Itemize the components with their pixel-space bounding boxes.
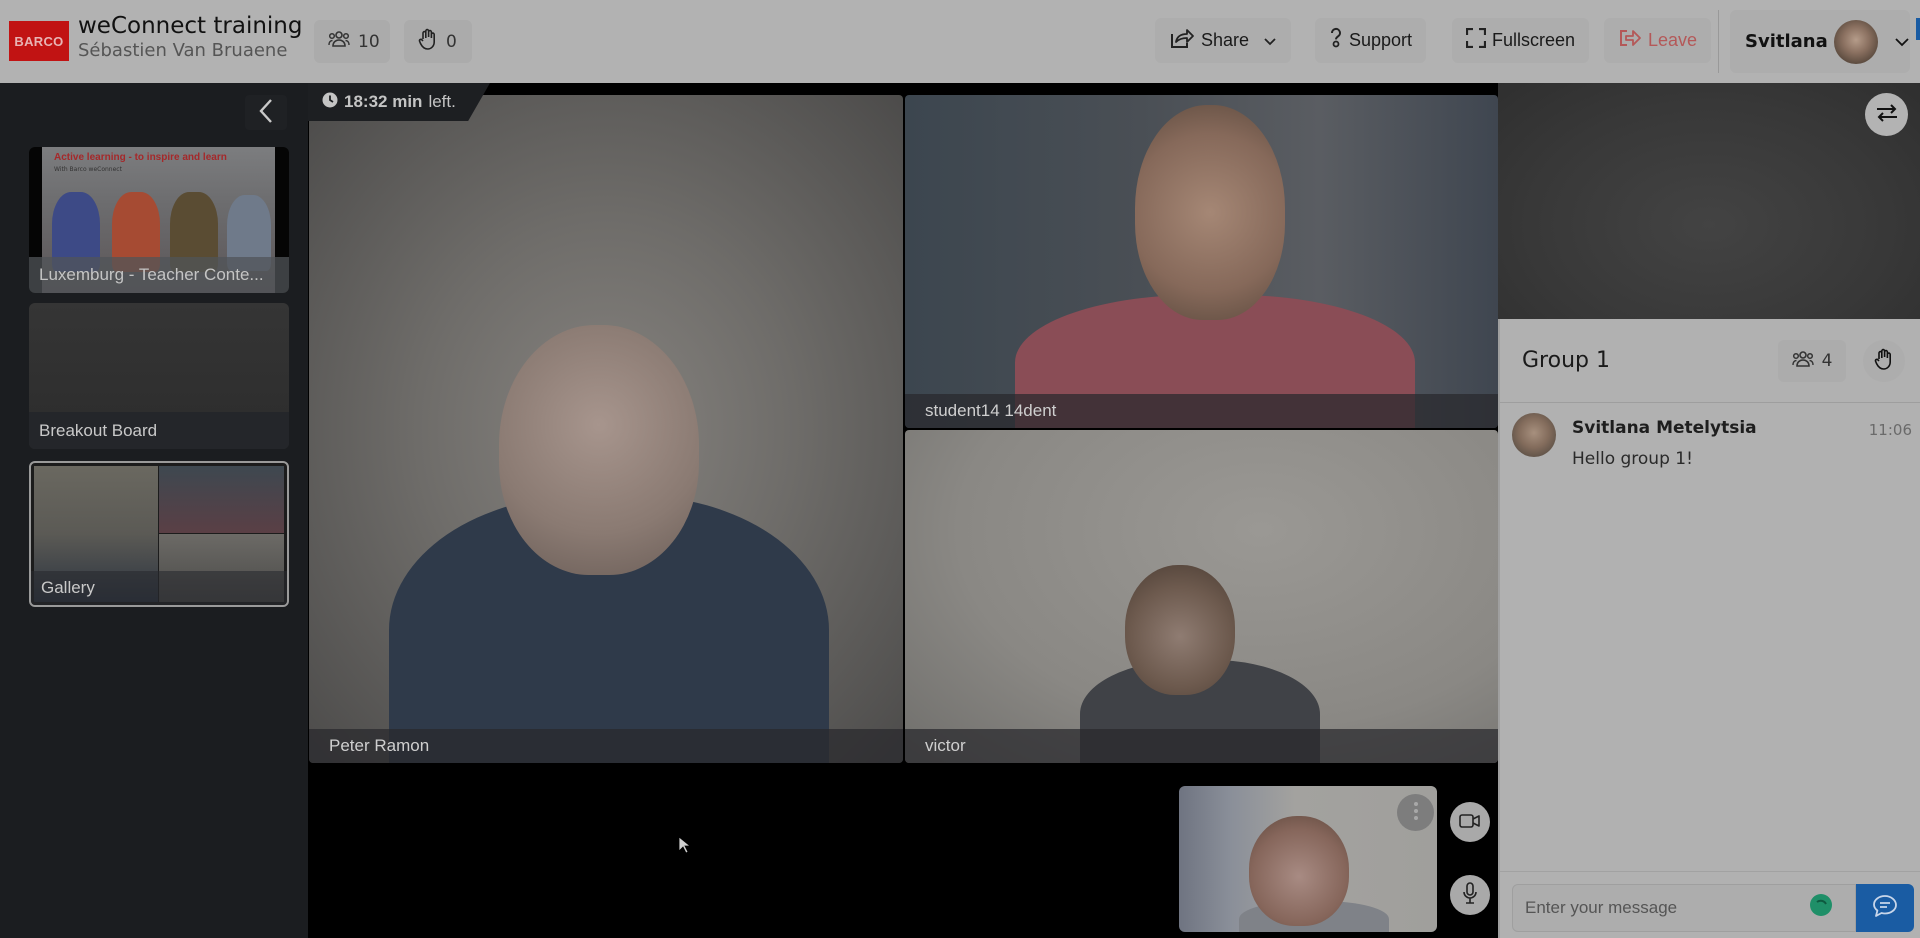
sidebar-item-label: Luxemburg - Teacher Conte... (29, 257, 289, 293)
support-icon (1329, 27, 1343, 54)
group-video-area (1498, 83, 1920, 319)
message-avatar (1512, 413, 1556, 457)
chat-header: Group 1 4 (1500, 319, 1920, 403)
message-author: Svitlana Metelytsia (1572, 418, 1757, 438)
loading-indicator-icon (1810, 894, 1832, 916)
chevron-down-icon (1263, 30, 1277, 51)
participant-head (499, 325, 699, 575)
video-tile[interactable]: victor (905, 430, 1498, 763)
gallery-preview-tile (159, 466, 284, 533)
support-button[interactable]: Support (1315, 18, 1427, 63)
participant-name: student14 14dent (905, 394, 1498, 428)
header-divider (1718, 10, 1719, 73)
raised-hands-button[interactable]: 0 (404, 20, 472, 63)
more-vertical-icon (1413, 801, 1419, 825)
sidebar-item-label: Gallery (31, 571, 287, 605)
leave-button[interactable]: Leave (1604, 18, 1712, 63)
camera-toggle-button[interactable] (1450, 802, 1490, 842)
group-members-button[interactable]: 4 (1778, 340, 1846, 382)
session-info: weConnect training Sébastien Van Bruaene (78, 12, 302, 62)
mouse-cursor-icon (678, 836, 692, 858)
people-icon (328, 30, 350, 53)
raised-hands-count: 0 (446, 31, 457, 52)
video-tile[interactable]: student14 14dent (905, 95, 1498, 428)
people-icon (1791, 350, 1814, 373)
swap-arrows-icon (1876, 103, 1898, 126)
fullscreen-button[interactable]: Fullscreen (1452, 18, 1590, 63)
participant-head (1249, 816, 1349, 926)
share-label: Share (1201, 30, 1250, 50)
chat-bubble-icon (1872, 894, 1898, 922)
user-avatar (1833, 19, 1878, 64)
timer-suffix: left. (428, 92, 456, 111)
slide-subtitle: With Barco weConnect (54, 166, 122, 173)
support-label: Support (1349, 30, 1413, 50)
swap-view-button[interactable] (1865, 93, 1908, 136)
group-chat-panel: Group 1 4 Svitlana Metelytsia 11:06 Hell… (1498, 319, 1920, 938)
more-options-button[interactable] (1397, 794, 1434, 831)
video-tile[interactable]: Peter Ramon (309, 95, 903, 763)
session-title: weConnect training (78, 13, 303, 39)
participant-head (1125, 565, 1235, 695)
chevron-left-icon (258, 98, 274, 128)
microphone-icon (1462, 882, 1478, 908)
raise-hand-button[interactable] (1863, 340, 1905, 382)
chevron-down-icon (1894, 32, 1910, 51)
participants-button[interactable]: 10 (314, 20, 390, 63)
share-button[interactable]: Share (1155, 18, 1292, 63)
group-member-count: 4 (1821, 351, 1833, 371)
collapse-sidebar-button[interactable] (245, 95, 287, 130)
share-icon (1169, 26, 1195, 55)
self-view-video[interactable] (1179, 786, 1437, 932)
sidebar-item-gallery[interactable]: Gallery (29, 461, 289, 607)
fullscreen-icon (1465, 27, 1487, 53)
chat-message: Svitlana Metelytsia 11:06 Hello group 1! (1512, 413, 1912, 473)
message-input[interactable] (1512, 884, 1856, 932)
participant-name: victor (905, 729, 1498, 763)
sidebar-item-presentation[interactable]: Active learning - to inspire and learn W… (29, 147, 289, 293)
video-stage: Peter Ramon 18:32 min left. student14 14… (308, 83, 1498, 938)
leave-label: Leave (1648, 30, 1698, 50)
participant-head (1135, 105, 1285, 320)
leave-icon (1618, 28, 1642, 53)
video-camera-icon (1459, 813, 1481, 832)
message-text: Hello group 1! (1572, 449, 1693, 469)
user-name: Svitlana (1745, 31, 1828, 52)
session-host: Sébastien Van Bruaene (78, 40, 288, 61)
slide-title: Active learning - to inspire and learn (54, 152, 227, 163)
participant-name: Peter Ramon (309, 729, 903, 763)
message-time: 11:06 (1868, 421, 1912, 439)
user-menu-button[interactable]: Svitlana (1730, 10, 1910, 73)
participants-count: 10 (358, 31, 380, 52)
content-sidebar: Active learning - to inspire and learn W… (0, 83, 308, 938)
timer-value: 18:32 min (344, 92, 423, 111)
barco-logo: BARCO (9, 21, 69, 61)
sidebar-item-label: Breakout Board (29, 412, 289, 449)
hand-icon (1874, 348, 1894, 374)
app-window: BARCO weConnect training Sébastien Van B… (0, 0, 1920, 938)
send-message-button[interactable] (1856, 884, 1914, 932)
fullscreen-label: Fullscreen (1492, 30, 1576, 50)
clock-icon (322, 92, 338, 113)
microphone-toggle-button[interactable] (1450, 875, 1490, 915)
time-remaining: 18:32 min left. (308, 83, 490, 121)
top-bar: BARCO weConnect training Sébastien Van B… (0, 0, 1920, 83)
chat-composer (1500, 871, 1920, 938)
hand-icon (418, 28, 438, 55)
group-name: Group 1 (1522, 348, 1610, 373)
sidebar-item-breakout-board[interactable]: Breakout Board (29, 303, 289, 449)
edge-indicator (1916, 18, 1920, 40)
